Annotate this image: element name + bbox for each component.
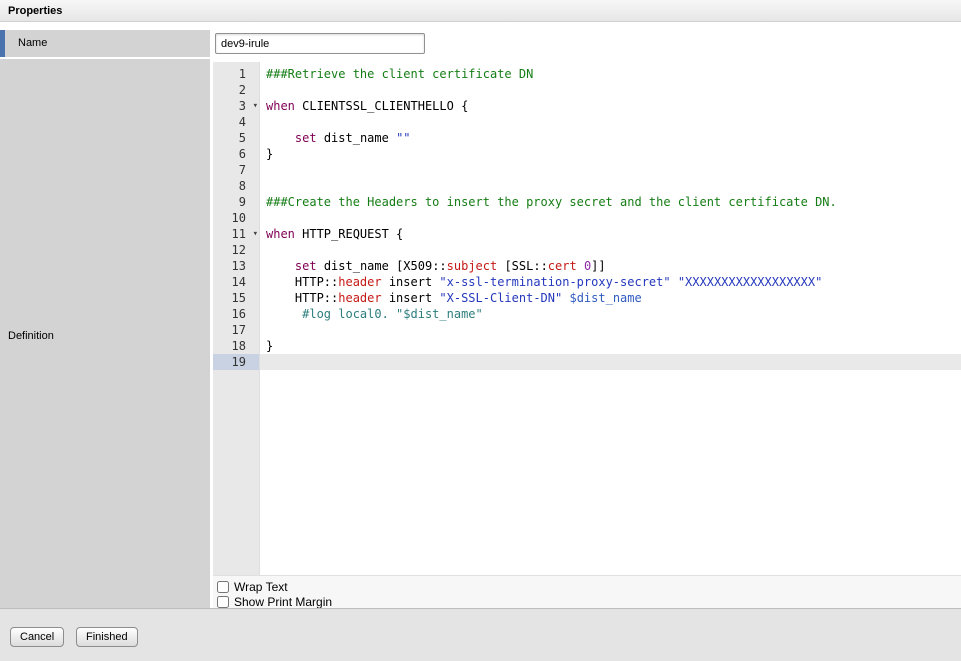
- editor-options: Wrap TextShow Print Margin: [213, 575, 961, 608]
- gutter-line-number[interactable]: 5: [213, 130, 259, 146]
- code-line[interactable]: when HTTP_REQUEST {: [260, 226, 961, 242]
- code-token: "": [396, 131, 410, 145]
- code-line[interactable]: [260, 162, 961, 178]
- code-editor[interactable]: 123▾4567891011▾1213141516171819 ###Retri…: [213, 62, 961, 575]
- code-token: [266, 131, 295, 145]
- code-token: "x-ssl-termination-proxy-secret": [439, 275, 670, 289]
- code-token: CLIENTSSL_CLIENTHELLO {: [295, 99, 468, 113]
- definition-row: Definition 123▾4567891011▾12131415161718…: [0, 59, 961, 608]
- wrap-text-label: Wrap Text: [234, 580, 288, 594]
- code-line[interactable]: [260, 242, 961, 258]
- gutter-line-number[interactable]: 12: [213, 242, 259, 258]
- code-token: $dist_name: [569, 291, 641, 305]
- code-line[interactable]: set dist_name "": [260, 130, 961, 146]
- gutter-line-number[interactable]: 9: [213, 194, 259, 210]
- gutter-line-number[interactable]: 15: [213, 290, 259, 306]
- name-label-cell: Name: [0, 30, 210, 57]
- gutter-line-number[interactable]: 4: [213, 114, 259, 130]
- gutter-line-number[interactable]: 6: [213, 146, 259, 162]
- code-token: ]]: [591, 259, 605, 273]
- definition-label-cell: Definition: [0, 59, 210, 608]
- name-label: Name: [18, 37, 47, 49]
- code-line[interactable]: }: [260, 338, 961, 354]
- code-line[interactable]: [260, 322, 961, 338]
- show-print-margin-label: Show Print Margin: [234, 595, 332, 609]
- code-token: dist_name [X509::: [317, 259, 447, 273]
- code-token: }: [266, 147, 273, 161]
- code-line[interactable]: when CLIENTSSL_CLIENTHELLO {: [260, 98, 961, 114]
- name-input[interactable]: [215, 33, 425, 54]
- show-print-margin-option[interactable]: Show Print Margin: [215, 594, 961, 609]
- code-line[interactable]: HTTP::header insert "X-SSL-Client-DN" $d…: [260, 290, 961, 306]
- gutter-line-number[interactable]: 18: [213, 338, 259, 354]
- code-token: [671, 275, 678, 289]
- code-token: cert: [548, 259, 577, 273]
- code-token: set: [295, 131, 317, 145]
- gutter-line-number[interactable]: 13: [213, 258, 259, 274]
- code-token: }: [266, 339, 273, 353]
- gutter-line-number[interactable]: 7: [213, 162, 259, 178]
- code-token: HTTP_REQUEST {: [295, 227, 403, 241]
- code-token: set: [295, 259, 317, 273]
- gutter-line-number[interactable]: 19: [213, 354, 259, 370]
- code-token: [266, 259, 295, 273]
- code-token: header: [338, 275, 381, 289]
- code-token: dist_name: [317, 131, 396, 145]
- gutter-line-number[interactable]: 8: [213, 178, 259, 194]
- code-line[interactable]: HTTP::header insert "x-ssl-termination-p…: [260, 274, 961, 290]
- code-line[interactable]: [260, 114, 961, 130]
- name-row: Name: [0, 30, 961, 57]
- code-line[interactable]: [260, 82, 961, 98]
- code-token: insert: [382, 275, 440, 289]
- code-token: HTTP::: [266, 275, 338, 289]
- code-token: #log local0. "$dist_name": [266, 307, 483, 321]
- gutter-line-number[interactable]: 10: [213, 210, 259, 226]
- gutter-line-number[interactable]: 3▾: [213, 98, 259, 114]
- code-token: insert: [382, 291, 440, 305]
- code-line[interactable]: }: [260, 146, 961, 162]
- code-token: HTTP::: [266, 291, 338, 305]
- code-fold-icon[interactable]: ▾: [253, 99, 258, 113]
- gutter-line-number[interactable]: 16: [213, 306, 259, 322]
- code-token: when: [266, 227, 295, 241]
- code-line[interactable]: [260, 210, 961, 226]
- code-line[interactable]: set dist_name [X509::subject [SSL::cert …: [260, 258, 961, 274]
- code-token: ###Retrieve the client certificate DN: [266, 67, 533, 81]
- code-fold-icon[interactable]: ▾: [253, 227, 258, 241]
- code-token: when: [266, 99, 295, 113]
- wrap-text-checkbox[interactable]: [217, 581, 229, 593]
- page-title: Properties: [8, 5, 62, 17]
- gutter-line-number[interactable]: 1: [213, 66, 259, 82]
- code-line[interactable]: ###Create the Headers to insert the prox…: [260, 194, 961, 210]
- footer-bar: Cancel Finished: [0, 608, 961, 661]
- active-row-indicator: [0, 30, 5, 57]
- code-line[interactable]: #log local0. "$dist_name": [260, 306, 961, 322]
- code-token: "X-SSL-Client-DN": [439, 291, 562, 305]
- cancel-button[interactable]: Cancel: [10, 627, 64, 647]
- gutter-line-number[interactable]: 17: [213, 322, 259, 338]
- code-token: [577, 259, 584, 273]
- code-line[interactable]: [260, 354, 961, 370]
- code-token: header: [338, 291, 381, 305]
- code-line[interactable]: ###Retrieve the client certificate DN: [260, 66, 961, 82]
- properties-header: Properties: [0, 0, 961, 22]
- code-line[interactable]: [260, 178, 961, 194]
- show-print-margin-checkbox[interactable]: [217, 596, 229, 608]
- finished-button[interactable]: Finished: [76, 627, 138, 647]
- wrap-text-option[interactable]: Wrap Text: [215, 579, 961, 594]
- gutter-line-number[interactable]: 14: [213, 274, 259, 290]
- editor-gutter: 123▾4567891011▾1213141516171819: [213, 62, 260, 575]
- code-token: ###Create the Headers to insert the prox…: [266, 195, 837, 209]
- code-token: "XXXXXXXXXXXXXXXXXX": [678, 275, 823, 289]
- editor-code[interactable]: ###Retrieve the client certificate DN whe…: [260, 62, 961, 575]
- code-token: subject: [447, 259, 498, 273]
- gutter-line-number[interactable]: 11▾: [213, 226, 259, 242]
- definition-label: Definition: [8, 330, 54, 342]
- code-token: [SSL::: [497, 259, 548, 273]
- gutter-line-number[interactable]: 2: [213, 82, 259, 98]
